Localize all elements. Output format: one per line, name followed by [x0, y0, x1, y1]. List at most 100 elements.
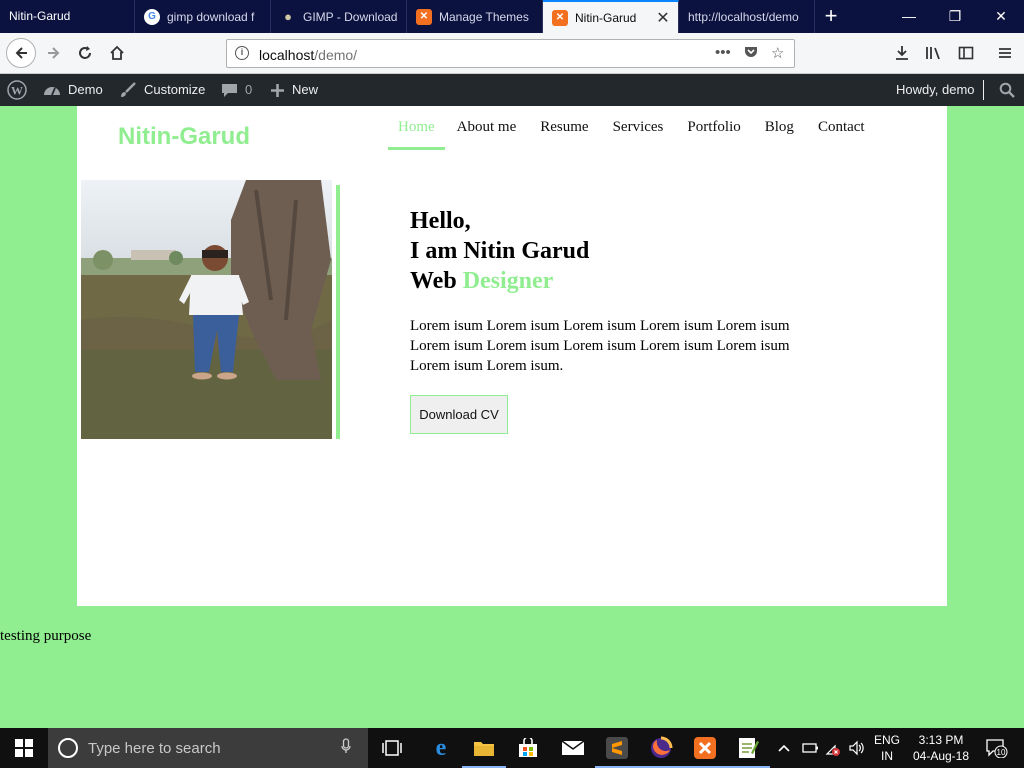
- photo-accent-bar: [336, 185, 340, 439]
- url-text: localhost/demo/: [259, 47, 357, 63]
- download-cv-button[interactable]: Download CV: [410, 395, 508, 434]
- site-logo[interactable]: Nitin-Garud: [118, 123, 250, 151]
- intro-line-name: I am Nitin Garud: [410, 238, 590, 264]
- downloads-icon[interactable]: [888, 39, 916, 67]
- tab-gimp-search[interactable]: G gimp download f: [135, 0, 271, 33]
- menu-item-portfolio[interactable]: Portfolio: [675, 118, 752, 150]
- intro-heading: Hello, I am Nitin Garud Web Designer: [410, 206, 589, 296]
- taskbar-clock[interactable]: 3:13 PM 04-Aug-18: [905, 732, 977, 764]
- window-close-icon[interactable]: ✕: [978, 0, 1024, 33]
- wp-customize-link[interactable]: Customize: [119, 74, 205, 106]
- window-title: Nitin-Garud: [0, 0, 135, 33]
- taskbar-search-box[interactable]: Type here to search: [48, 728, 368, 768]
- wp-site-name: Demo: [68, 82, 103, 97]
- store-icon[interactable]: [514, 734, 542, 762]
- menu-item-services[interactable]: Services: [601, 118, 676, 150]
- language-code: ENG: [873, 733, 900, 747]
- intro-role-highlight: Designer: [462, 268, 554, 294]
- home-icon[interactable]: [103, 39, 131, 67]
- wp-account-menu[interactable]: Howdy, demo: [896, 74, 984, 106]
- tab-close-icon[interactable]: ✕: [652, 8, 674, 28]
- google-icon: G: [144, 8, 160, 25]
- site-container: Nitin-Garud Home About me Resume Service…: [77, 106, 947, 606]
- comment-bubble-icon: [221, 82, 238, 98]
- browser-tab-bar: Nitin-Garud G gimp download f ● GIMP - D…: [0, 0, 1024, 33]
- page-actions-icon[interactable]: •••: [715, 44, 731, 61]
- url-bar[interactable]: i localhost/demo/ ••• ☆: [226, 39, 795, 68]
- svg-text:W: W: [11, 84, 23, 98]
- menu-hamburger-icon[interactable]: [991, 39, 1019, 67]
- wp-customize-label: Customize: [144, 82, 206, 97]
- notepad-icon[interactable]: [726, 734, 770, 768]
- url-path: /demo/: [314, 47, 358, 63]
- wp-new-content-link[interactable]: New: [270, 74, 318, 106]
- site-info-icon[interactable]: i: [235, 46, 249, 60]
- xampp-icon: ✕: [552, 9, 568, 26]
- footer-text: testing purpose: [0, 628, 92, 644]
- intro-paragraph: Lorem isum Lorem isum Lorem isum Lorem i…: [410, 318, 790, 374]
- wp-comments-link[interactable]: 0: [221, 74, 252, 106]
- task-view-icon[interactable]: [378, 734, 406, 762]
- xampp-icon: ✕: [416, 8, 432, 25]
- volume-icon[interactable]: [848, 728, 866, 768]
- dashboard-icon: [43, 82, 61, 98]
- sidebar-icon[interactable]: [952, 39, 980, 67]
- action-center-icon[interactable]: 10: [982, 728, 1012, 768]
- tray-overflow-icon[interactable]: [778, 728, 790, 768]
- menu-item-contact[interactable]: Contact: [806, 118, 877, 150]
- wp-howdy-text: Howdy, demo: [896, 82, 975, 97]
- wp-new-label: New: [292, 82, 319, 97]
- tab-nitin-garud-active[interactable]: ✕ Nitin-Garud ✕: [543, 0, 679, 33]
- bookmark-star-icon[interactable]: ☆: [771, 44, 784, 62]
- tab-label: Manage Themes: [439, 9, 529, 24]
- clock-time: 3:13 PM: [918, 733, 964, 747]
- tab-gimp-download[interactable]: ● GIMP - Download: [271, 0, 407, 33]
- site-main-menu: Home About me Resume Services Portfolio …: [388, 118, 877, 150]
- sublime-text-icon[interactable]: [595, 734, 639, 768]
- intro-role-prefix: Web: [410, 268, 463, 294]
- network-disconnected-icon[interactable]: [825, 728, 841, 768]
- menu-item-home[interactable]: Home: [388, 118, 445, 150]
- tab-manage-themes[interactable]: ✕ Manage Themes: [407, 0, 543, 33]
- notification-count: 10: [997, 748, 1006, 757]
- new-tab-icon[interactable]: +: [815, 0, 847, 33]
- back-arrow-icon[interactable]: [6, 38, 36, 68]
- browser-nav-bar: i localhost/demo/ ••• ☆: [0, 33, 1024, 74]
- plus-icon: [270, 83, 285, 98]
- xampp-taskbar-icon[interactable]: [683, 734, 727, 768]
- clock-date: 04-Aug-18: [912, 749, 970, 763]
- mail-icon[interactable]: [559, 734, 587, 762]
- menu-item-resume[interactable]: Resume: [528, 118, 600, 150]
- cortana-icon: [58, 738, 78, 758]
- windows-start-icon[interactable]: [0, 728, 48, 768]
- reload-icon[interactable]: [71, 39, 99, 67]
- edge-browser-icon[interactable]: e: [427, 734, 455, 762]
- windows-taskbar: Type here to search e ENG IN 3:13 PM 04-…: [0, 728, 1024, 768]
- avatar-divider: [982, 80, 984, 100]
- input-language-indicator[interactable]: ENG IN: [872, 732, 902, 764]
- wp-search-icon[interactable]: [999, 74, 1015, 106]
- wordpress-logo-icon[interactable]: W: [7, 74, 27, 106]
- microphone-icon[interactable]: [334, 738, 358, 758]
- menu-item-blog[interactable]: Blog: [753, 118, 806, 150]
- brush-icon: [119, 82, 137, 98]
- pocket-icon[interactable]: [743, 44, 759, 64]
- region-code: IN: [881, 749, 893, 763]
- file-explorer-icon[interactable]: [462, 734, 506, 768]
- tab-localhost-demo[interactable]: http://localhost/demo: [679, 0, 815, 33]
- intro-line-hello: Hello,: [410, 208, 471, 234]
- profile-photo: [81, 180, 332, 439]
- tab-label: http://localhost/demo: [688, 9, 799, 24]
- tab-label: GIMP - Download: [303, 9, 398, 24]
- library-icon[interactable]: [920, 39, 948, 67]
- minimize-icon[interactable]: —: [886, 0, 932, 33]
- wp-admin-bar: W Demo Customize 0 New Howdy, demo: [0, 74, 1024, 106]
- intro-line-role: Web Designer: [410, 266, 589, 296]
- restore-icon[interactable]: ❐: [932, 0, 978, 33]
- wp-site-menu[interactable]: Demo: [43, 74, 103, 106]
- menu-item-about[interactable]: About me: [445, 118, 529, 150]
- forward-arrow-icon[interactable]: [40, 39, 68, 67]
- firefox-icon[interactable]: [639, 734, 683, 768]
- taskbar-search-placeholder: Type here to search: [88, 739, 221, 757]
- battery-power-icon[interactable]: [802, 728, 820, 768]
